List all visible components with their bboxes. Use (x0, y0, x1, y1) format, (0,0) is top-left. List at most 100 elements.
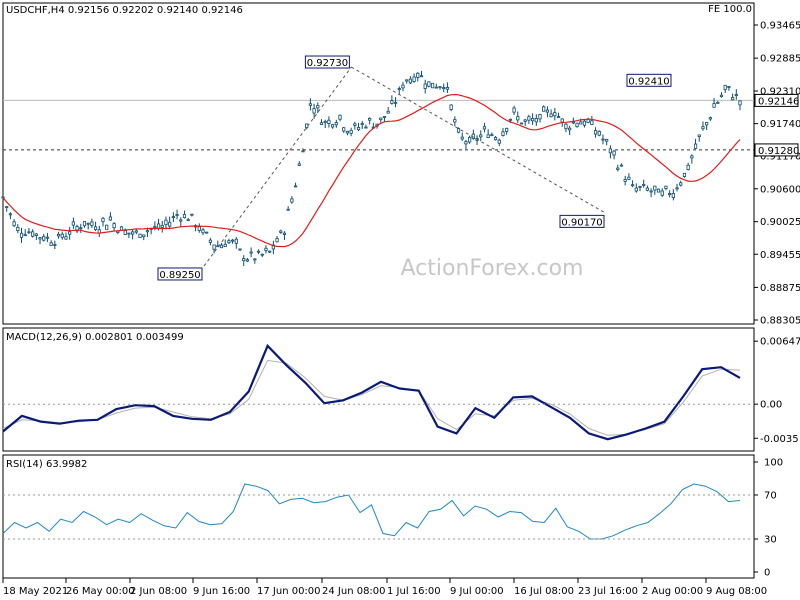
candle-body (286, 208, 290, 211)
candle-body (597, 130, 601, 136)
candle-body (690, 155, 694, 159)
candle-body (738, 100, 742, 106)
candle-body (201, 229, 205, 234)
candle-body (479, 134, 483, 138)
candle-body (90, 221, 94, 226)
swing-label: 0.92730 (304, 55, 350, 69)
candle-body (27, 231, 31, 234)
candle-body (345, 130, 350, 134)
candle-body (131, 231, 135, 235)
candle-body (290, 198, 294, 203)
candle-body (486, 134, 490, 138)
candle-body (638, 185, 642, 188)
candle-body (568, 127, 572, 131)
fe-label: FE 100.0 (708, 4, 752, 15)
candle-body (545, 109, 550, 113)
candle-body (705, 122, 709, 126)
candle-body (679, 182, 683, 186)
candle-body (268, 250, 272, 253)
candle-body (656, 188, 661, 193)
x-tick-label: 18 May 2021 (3, 586, 68, 597)
candle-body (112, 223, 116, 229)
candle-body (312, 108, 316, 114)
candle-body (31, 231, 35, 237)
candle-body (234, 238, 238, 244)
candle-body (423, 83, 427, 89)
x-tick-label: 17 Jun 00:00 (257, 586, 321, 597)
price-panel-title: USDCHF,H4 0.92156 0.92202 0.92140 0.9214… (6, 5, 243, 16)
candle-body (168, 221, 172, 227)
x-tick-label: 24 Jun 08:00 (322, 586, 386, 597)
candle-body (708, 117, 712, 120)
x-tick-label: 2 Aug 00:00 (642, 586, 703, 597)
support-price-label: 0.91280 (758, 146, 799, 157)
candle-body (23, 234, 27, 236)
candle-body (175, 214, 179, 217)
candle-body (86, 222, 90, 225)
candle-body (468, 137, 472, 143)
candle-body (231, 239, 235, 242)
price-tick-label: 0.93465 (760, 21, 800, 32)
candle-body (634, 187, 638, 192)
candle-body (438, 86, 442, 89)
candle-body (12, 221, 16, 227)
candle-body (542, 106, 546, 112)
candle-body (412, 76, 416, 82)
candle-body (223, 243, 227, 247)
candle-body (519, 122, 524, 125)
candle-body (364, 126, 368, 129)
candle-body (516, 116, 520, 121)
candle-body (719, 94, 724, 98)
price-tick-label: 0.91740 (760, 119, 800, 130)
candle-body (8, 213, 13, 216)
candle-body (434, 86, 438, 89)
candle-body (238, 248, 242, 251)
candle-body (575, 122, 579, 128)
candle-body (605, 138, 609, 142)
candle-body (16, 226, 20, 231)
candle-body (512, 107, 516, 113)
swing-label-text: 0.90170 (561, 217, 602, 228)
candle-body (723, 84, 727, 90)
candle-body (734, 94, 738, 96)
candle-body (553, 112, 557, 117)
candle-body (419, 75, 424, 78)
candle-body (353, 123, 357, 126)
candle-body (160, 225, 164, 228)
candle-body (38, 237, 42, 240)
candle-body (416, 72, 420, 78)
candle-body (616, 167, 620, 170)
candle-body (338, 114, 342, 120)
candle-body (297, 163, 301, 166)
candle-body (49, 242, 53, 246)
chart-canvas: ActionForex.com USDCHF,H4 0.92156 0.9220… (0, 0, 800, 600)
candle-body (508, 118, 512, 121)
candle-body (608, 148, 612, 154)
candle-body (319, 122, 324, 125)
candle-body (431, 82, 435, 89)
candle-body (186, 219, 190, 222)
candle-body (590, 120, 594, 125)
watermark: ActionForex.com (401, 256, 584, 281)
candle-body (227, 240, 231, 244)
macd-tick-label: 0.006473 (760, 337, 800, 348)
candle-body (456, 128, 461, 133)
candle-body (505, 127, 509, 132)
rsi-tick-label: 30 (764, 535, 777, 546)
candle-body (534, 118, 538, 123)
candle-body (153, 226, 157, 228)
candle-body (445, 87, 450, 90)
candle-body (386, 110, 390, 114)
macd-tick-label: 0.00 (760, 400, 782, 411)
candle-body (653, 185, 657, 191)
candle-body (538, 113, 542, 120)
candle-body (93, 226, 98, 230)
candle-body (323, 121, 327, 124)
candle-body (582, 120, 587, 126)
candle-body (145, 230, 150, 233)
candle-body (686, 164, 690, 170)
candle-body (556, 116, 561, 118)
candle-body (42, 236, 46, 241)
candle-body (205, 231, 209, 234)
candle-body (260, 253, 264, 256)
